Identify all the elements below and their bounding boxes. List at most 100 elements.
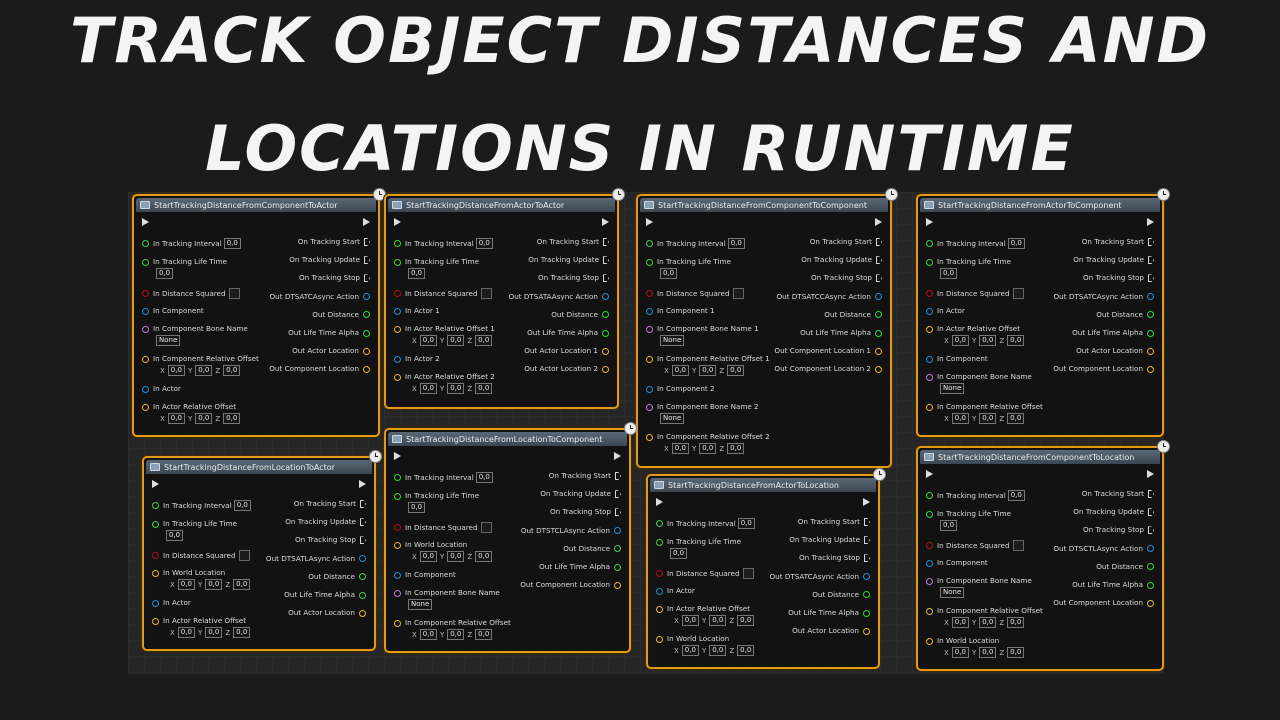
exec-output-pin[interactable]	[614, 452, 621, 460]
input-pin[interactable]	[142, 290, 149, 297]
in-world-location-x-input[interactable]: 0,0	[951, 647, 969, 658]
input-pin[interactable]	[926, 373, 933, 381]
distance-squared-checkbox[interactable]	[238, 550, 250, 561]
exec-input-pin[interactable]	[142, 218, 149, 226]
life-time-value[interactable]: 0,0	[660, 268, 678, 279]
node-header[interactable]: StartTrackingDistanceFromComponentToActo…	[136, 198, 376, 212]
delegate-output-pin[interactable]	[360, 518, 366, 527]
output-pin[interactable]	[875, 365, 882, 373]
input-pin[interactable]	[646, 258, 653, 266]
output-pin[interactable]	[363, 311, 370, 319]
distance-squared-checkbox[interactable]	[742, 568, 754, 579]
node-header[interactable]: StartTrackingDistanceFromActorToComponen…	[920, 198, 1160, 212]
output-pin[interactable]	[875, 347, 882, 355]
input-pin[interactable]	[926, 258, 933, 266]
output-pin[interactable]	[614, 581, 621, 589]
in-actor-relative-offset-1-y-input[interactable]: 0,0	[447, 335, 465, 346]
exec-input-pin[interactable]	[646, 218, 653, 226]
input-pin[interactable]	[926, 240, 933, 247]
bone-name-input[interactable]: None	[156, 335, 181, 346]
input-pin[interactable]	[926, 542, 933, 549]
output-pin[interactable]	[363, 365, 370, 373]
input-pin[interactable]	[394, 619, 401, 627]
node-header[interactable]: StartTrackingDistanceFromActorToLocation	[650, 478, 876, 492]
life-time-value[interactable]: 0,0	[156, 268, 174, 279]
distance-squared-checkbox[interactable]	[228, 288, 240, 299]
input-pin[interactable]	[394, 325, 401, 333]
in-component-relative-offset-y-input[interactable]: 0,0	[979, 413, 997, 424]
in-tracking-interval-value[interactable]: 0,0	[737, 518, 755, 529]
input-pin[interactable]	[926, 492, 933, 499]
input-pin[interactable]	[152, 617, 159, 625]
delegate-output-pin[interactable]	[1148, 490, 1154, 498]
distance-squared-checkbox[interactable]	[1012, 540, 1024, 551]
in-actor-relative-offset-1-x-input[interactable]: 0,0	[419, 335, 437, 346]
in-actor-relative-offset-x-input[interactable]: 0,0	[681, 615, 699, 626]
in-component-relative-offset-2-x-input[interactable]: 0,0	[671, 443, 689, 454]
exec-input-pin[interactable]	[656, 498, 663, 506]
delegate-output-pin[interactable]	[1148, 508, 1154, 517]
blueprint-node[interactable]: StartTrackingDistanceFromActorToActor In …	[384, 188, 625, 409]
output-pin[interactable]	[1147, 581, 1154, 589]
blueprint-graph-canvas[interactable]: StartTrackingDistanceFromComponentToActo…	[128, 188, 1170, 674]
node-header[interactable]: StartTrackingDistanceFromLocationToCompo…	[388, 432, 627, 446]
input-pin[interactable]	[926, 325, 933, 333]
node-header[interactable]: StartTrackingDistanceFromComponentToComp…	[640, 198, 888, 212]
delegate-output-pin[interactable]	[364, 256, 370, 265]
in-world-location-x-input[interactable]: 0,0	[177, 579, 195, 590]
in-tracking-interval-value[interactable]: 0,0	[475, 472, 493, 483]
exec-input-pin[interactable]	[394, 218, 401, 226]
in-world-location-x-input[interactable]: 0,0	[681, 645, 699, 656]
input-pin[interactable]	[152, 502, 159, 509]
output-pin[interactable]	[1147, 563, 1154, 571]
input-pin[interactable]	[926, 577, 933, 585]
in-actor-relative-offset-y-input[interactable]: 0,0	[195, 413, 213, 424]
in-actor-relative-offset-y-input[interactable]: 0,0	[205, 627, 223, 638]
in-actor-relative-offset-z-input[interactable]: 0,0	[1007, 335, 1025, 346]
blueprint-node[interactable]: StartTrackingDistanceFromComponentToComp…	[636, 188, 898, 468]
in-tracking-interval-value[interactable]: 0,0	[233, 500, 251, 511]
output-pin[interactable]	[602, 347, 609, 355]
delegate-output-pin[interactable]	[864, 536, 870, 545]
output-pin[interactable]	[614, 527, 621, 535]
life-time-value[interactable]: 0,0	[166, 530, 184, 541]
in-world-location-x-input[interactable]: 0,0	[419, 551, 437, 562]
node-header[interactable]: StartTrackingDistanceFromComponentToLoca…	[920, 450, 1160, 464]
delegate-output-pin[interactable]	[615, 508, 621, 517]
delegate-output-pin[interactable]	[603, 256, 609, 265]
blueprint-node[interactable]: StartTrackingDistanceFromLocationToActor…	[142, 450, 382, 651]
output-pin[interactable]	[363, 293, 370, 301]
input-pin[interactable]	[142, 240, 149, 247]
delegate-output-pin[interactable]	[876, 256, 882, 265]
in-actor-relative-offset-x-input[interactable]: 0,0	[177, 627, 195, 638]
input-pin[interactable]	[656, 520, 663, 527]
output-pin[interactable]	[863, 627, 870, 635]
output-pin[interactable]	[602, 329, 609, 337]
input-pin[interactable]	[152, 552, 159, 559]
input-pin[interactable]	[926, 307, 933, 315]
exec-input-pin[interactable]	[394, 452, 401, 460]
delegate-output-pin[interactable]	[603, 274, 609, 283]
in-actor-relative-offset-2-z-input[interactable]: 0,0	[475, 383, 493, 394]
input-pin[interactable]	[394, 290, 401, 297]
life-time-value[interactable]: 0,0	[940, 268, 958, 279]
blueprint-node[interactable]: StartTrackingDistanceFromComponentToLoca…	[916, 440, 1170, 671]
input-pin[interactable]	[646, 385, 653, 393]
in-component-relative-offset-z-input[interactable]: 0,0	[1007, 413, 1025, 424]
blueprint-node[interactable]: StartTrackingDistanceFromLocationToCompo…	[384, 422, 637, 653]
input-pin[interactable]	[394, 307, 401, 315]
in-world-location-y-input[interactable]: 0,0	[979, 647, 997, 658]
input-pin[interactable]	[142, 307, 149, 315]
in-actor-relative-offset-z-input[interactable]: 0,0	[223, 413, 241, 424]
in-component-relative-offset-1-x-input[interactable]: 0,0	[671, 365, 689, 376]
bone-name-input[interactable]: None	[660, 335, 685, 346]
output-pin[interactable]	[875, 329, 882, 337]
output-pin[interactable]	[1147, 347, 1154, 355]
exec-input-pin[interactable]	[926, 470, 933, 478]
in-world-location-y-input[interactable]: 0,0	[709, 645, 727, 656]
input-pin[interactable]	[926, 607, 933, 615]
input-pin[interactable]	[394, 541, 401, 549]
output-pin[interactable]	[363, 329, 370, 337]
output-pin[interactable]	[875, 311, 882, 319]
output-pin[interactable]	[1147, 545, 1154, 553]
